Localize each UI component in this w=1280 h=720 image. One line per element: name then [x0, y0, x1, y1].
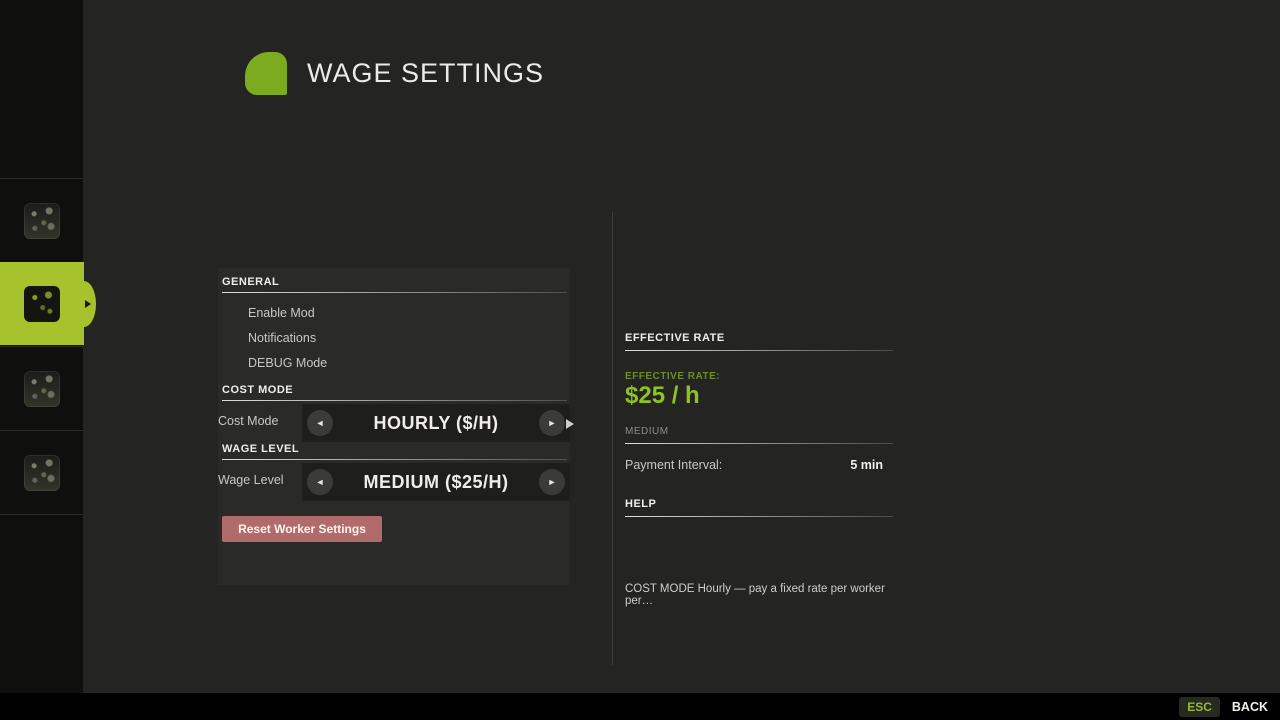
- back-button[interactable]: BACK: [1232, 700, 1268, 714]
- section-divider: [222, 459, 567, 460]
- reset-worker-settings-button[interactable]: Reset Worker Settings: [222, 516, 382, 542]
- sidebar-item-mod-4[interactable]: [0, 431, 83, 514]
- payment-interval-value: 5 min: [850, 458, 883, 472]
- section-divider: [222, 400, 567, 401]
- payment-interval-label: Payment Interval:: [625, 458, 722, 472]
- mod-sidebar: [0, 0, 83, 693]
- wage-level-value: MEDIUM ($25/H): [338, 463, 534, 501]
- mod-icon: [24, 455, 60, 491]
- selected-tab-bump: [72, 281, 96, 327]
- wage-level-selector: ◄ MEDIUM ($25/H) ►: [302, 463, 570, 501]
- esc-key-badge[interactable]: ESC: [1179, 697, 1220, 717]
- section-general-title: GENERAL: [222, 276, 279, 288]
- section-divider: [625, 350, 893, 351]
- wage-level-next-button[interactable]: ►: [539, 469, 565, 495]
- section-divider: [625, 516, 893, 517]
- payment-interval-row: Payment Interval: 5 min: [625, 458, 893, 472]
- setting-notifications[interactable]: Notifications: [248, 331, 316, 345]
- arrow-right-icon: ►: [548, 477, 557, 487]
- sidebar-item-mod-1[interactable]: [0, 179, 83, 262]
- app-logo: [245, 52, 287, 95]
- panel-divider: [612, 212, 613, 665]
- wage-level-label: Wage Level: [218, 473, 284, 487]
- mouse-cursor: [566, 419, 574, 429]
- arrow-left-icon: ◄: [316, 418, 325, 428]
- arrow-left-icon: ◄: [316, 477, 325, 487]
- cost-mode-next-button[interactable]: ►: [539, 410, 565, 436]
- sidebar-item-mod-3[interactable]: [0, 347, 83, 430]
- cost-mode-label: Cost Mode: [218, 414, 278, 428]
- bottom-bar: ESC BACK: [0, 693, 1280, 720]
- help-section-title: HELP: [625, 498, 893, 510]
- mod-icon: [24, 286, 60, 322]
- mod-icon: [24, 203, 60, 239]
- info-panel: EFFECTIVE RATE EFFECTIVE RATE: $25 / h M…: [625, 332, 893, 607]
- effective-rate-value: $25 / h: [625, 382, 893, 410]
- settings-panel: GENERAL Enable Mod Notifications DEBUG M…: [218, 268, 570, 585]
- sidebar-divider: [0, 514, 83, 515]
- page-title: WAGE SETTINGS: [307, 58, 544, 89]
- section-divider: [625, 443, 893, 444]
- mod-icon: [24, 371, 60, 407]
- cost-mode-value: HOURLY ($/H): [338, 404, 534, 442]
- wage-level-prev-button[interactable]: ◄: [307, 469, 333, 495]
- cost-mode-selector: ◄ HOURLY ($/H) ►: [302, 404, 570, 442]
- wage-level-indicator: MEDIUM: [625, 426, 893, 437]
- effective-rate-label: EFFECTIVE RATE:: [625, 371, 893, 382]
- chevron-right-icon: [85, 300, 91, 308]
- setting-enable-mod[interactable]: Enable Mod: [248, 306, 315, 320]
- section-cost-mode-title: COST MODE: [222, 384, 293, 396]
- sidebar-item-mod-2-selected[interactable]: [0, 262, 84, 345]
- arrow-right-icon: ►: [548, 418, 557, 428]
- cost-mode-prev-button[interactable]: ◄: [307, 410, 333, 436]
- help-text: COST MODE Hourly — pay a fixed rate per …: [625, 583, 893, 607]
- section-divider: [222, 292, 567, 293]
- setting-debug-mode[interactable]: DEBUG Mode: [248, 356, 327, 370]
- section-wage-level-title: WAGE LEVEL: [222, 443, 299, 455]
- effective-rate-section-title: EFFECTIVE RATE: [625, 332, 893, 344]
